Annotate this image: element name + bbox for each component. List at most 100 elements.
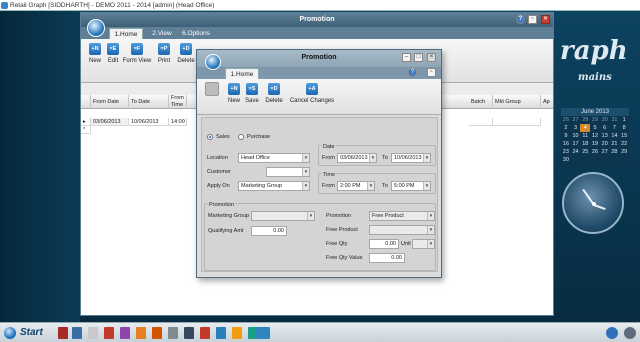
app-icon[interactable] [216,327,226,339]
calendar-widget[interactable]: June 2013 26 27 28 29 30 31 1 2 3 4 5 6 7 8 9 10 11 12 13 1… [561,108,629,168]
cancel-changes-button[interactable]: +A Cancel Changes [289,83,335,104]
calendar-day[interactable]: 21 [610,140,620,148]
app-orb-icon[interactable] [87,19,105,37]
app-icon[interactable] [88,327,98,339]
app-icon[interactable] [184,327,194,339]
calendar-day[interactable]: 3 [571,124,581,132]
tab-view[interactable]: 2.View [147,28,177,39]
app-icon[interactable] [104,327,114,339]
qualifying-amt-field[interactable]: 0.00 [251,226,287,236]
app-icon[interactable] [58,327,68,339]
calendar-day[interactable]: 12 [590,132,600,140]
marketing-group-select[interactable]: ▼ [251,211,315,221]
print-button[interactable]: =P Print [153,43,175,64]
calendar-day[interactable]: 28 [580,116,590,124]
delete-button[interactable]: +D Delete [175,43,197,64]
calendar-day[interactable]: 7 [610,124,620,132]
col-from-date[interactable]: From Date [91,95,129,109]
cell-from-date[interactable]: 03/06/2013 [91,118,129,126]
calendar-day[interactable]: 17 [571,140,581,148]
calendar-day[interactable]: 2 [561,124,571,132]
app-icon[interactable] [136,327,146,339]
calendar-day[interactable]: 30 [561,156,571,164]
calendar-day[interactable]: 30 [600,116,610,124]
start-button[interactable]: Start [4,325,43,341]
purchase-radio[interactable] [238,134,244,140]
calendar-day[interactable]: 5 [590,124,600,132]
app-icon[interactable] [232,327,242,339]
free-qty-field[interactable]: 0.00 [369,239,399,249]
apply-on-select[interactable]: Marketing Group ▼ [238,181,310,191]
promotion-select[interactable]: Free Product ▼ [369,211,435,221]
tab-home[interactable]: 1.Home [225,68,259,79]
col-batch[interactable]: Batch [469,95,493,109]
free-product-select[interactable]: ▼ [369,225,435,235]
info-icon[interactable] [606,327,618,339]
calendar-day[interactable]: 19 [590,140,600,148]
calendar-day[interactable]: 31 [610,116,620,124]
app-icon[interactable] [168,327,178,339]
calendar-day[interactable]: 27 [571,116,581,124]
date-from-field[interactable]: 03/06/2013 ▼ [337,153,377,163]
time-from-field[interactable]: 2:00 PM ▼ [337,181,375,191]
calendar-day[interactable]: 20 [600,140,610,148]
help-icon[interactable]: ? [408,68,417,77]
dialog-orb-icon[interactable] [205,54,221,70]
calendar-day[interactable]: 8 [619,124,629,132]
save-button[interactable]: =S Save [241,83,263,104]
calendar-day[interactable]: 1 [619,116,629,124]
calendar-day[interactable]: 24 [571,148,581,156]
calendar-day[interactable]: 15 [619,132,629,140]
location-select[interactable]: Head Office ▼ [238,153,310,163]
unit-select[interactable]: ▼ [412,239,435,249]
col-from-time[interactable]: From Time [169,95,187,109]
calendar-day[interactable]: 22 [619,140,629,148]
close-icon[interactable]: × [427,53,436,62]
tab-options[interactable]: 6.Options [179,28,213,39]
sales-radio[interactable] [207,134,213,140]
retail-graph-taskbar-icon[interactable] [256,327,270,339]
cell-to-date[interactable]: 10/06/2013 [129,118,169,126]
tab-home[interactable]: 1.Home [109,28,143,39]
calendar-day[interactable]: 25 [580,148,590,156]
calendar-day[interactable]: 27 [600,148,610,156]
calendar-day[interactable]: 29 [590,116,600,124]
col-mkt-group[interactable]: Mkt Group [493,95,541,109]
calendar-day[interactable]: 10 [571,132,581,140]
print-icon: =P [158,43,170,55]
calendar-day[interactable]: 23 [561,148,571,156]
app-icon[interactable] [72,327,82,339]
app-icon[interactable] [120,327,130,339]
delete-button[interactable]: =D Delete [263,83,285,104]
maximize-icon[interactable]: □ [414,53,423,62]
calendar-day[interactable]: 6 [600,124,610,132]
calendar-day[interactable]: 16 [561,140,571,148]
app-icon[interactable] [152,327,162,339]
options-icon[interactable]: ▫ [427,68,436,77]
help-icon[interactable]: ? [516,15,525,24]
customer-select[interactable]: ▼ [266,167,310,177]
form-view-button[interactable]: =F Form View [121,43,153,64]
close-icon[interactable]: × [541,15,550,24]
calendar-day[interactable]: 26 [561,116,571,124]
col-ap[interactable]: Ap [541,95,555,109]
network-icon[interactable] [624,327,636,339]
free-qty-value-field[interactable]: 0.00 [369,253,405,263]
calendar-day[interactable]: 11 [580,132,590,140]
calendar-day[interactable]: 9 [561,132,571,140]
minimize-icon[interactable]: – [402,53,411,62]
cell-from-time[interactable]: 14:00 [169,118,187,126]
time-to-field[interactable]: 5:00 PM ▼ [391,181,431,191]
calendar-day[interactable]: 29 [619,148,629,156]
calendar-day[interactable]: 28 [610,148,620,156]
calendar-day[interactable]: 13 [600,132,610,140]
calendar-day[interactable]: 26 [590,148,600,156]
location-label: Location [207,155,228,161]
calendar-day[interactable]: 4 [580,124,591,132]
calendar-day[interactable]: 18 [580,140,590,148]
calendar-day[interactable]: 14 [610,132,620,140]
date-to-field[interactable]: 10/06/2013 ▼ [391,153,431,163]
app-icon[interactable] [200,327,210,339]
minimize-icon[interactable]: ▫ [528,15,537,24]
col-to-date[interactable]: To Date [129,95,169,109]
